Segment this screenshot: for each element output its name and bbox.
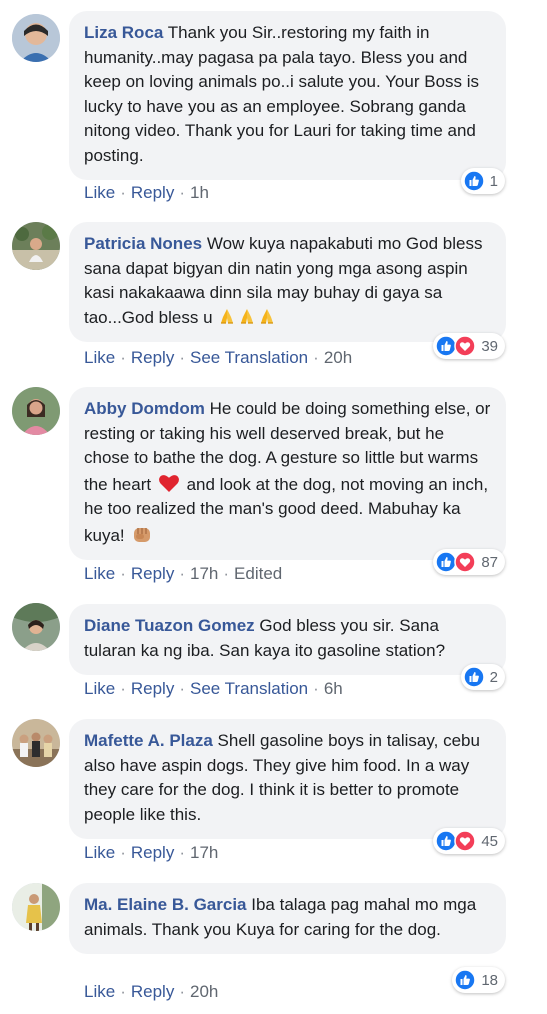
reaction-summary[interactable]: 1 [460,168,505,194]
comment-author[interactable]: Abby Domdom [84,399,205,418]
comment-author[interactable]: Diane Tuazon Gomez [84,616,255,635]
comment-time[interactable]: 6h [324,679,343,698]
avatar[interactable] [12,222,60,270]
comment-actions: Like · Reply · See Translation · 20h [84,348,353,367]
reply-link[interactable]: Reply [131,982,174,1001]
like-link[interactable]: Like [84,183,115,202]
like-link[interactable]: Like [84,564,115,583]
avatar[interactable] [12,603,60,651]
like-icon [462,170,485,192]
comment-time[interactable]: 20h [190,982,218,1001]
comment-text: Thank you Sir..restoring my faith in hum… [84,23,480,165]
avatar[interactable] [12,14,60,62]
comment-author[interactable]: Patricia Nones [84,234,202,253]
reaction-count: 45 [481,832,498,850]
like-link[interactable]: Like [84,843,115,862]
comment-time[interactable]: 17h [190,564,218,583]
like-icon [454,969,477,991]
comment-actions: Like · Reply · 17h · Edited [84,564,283,583]
see-translation-link[interactable]: See Translation [190,348,308,367]
reply-link[interactable]: Reply [131,348,174,367]
comment-time[interactable]: 1h [190,183,209,202]
comment-actions: Like · Reply · 1h [84,183,209,202]
comment-time[interactable]: 17h [190,843,218,862]
love-icon [454,551,477,573]
reply-link[interactable]: Reply [131,183,174,202]
red-heart-icon [157,471,181,495]
reaction-summary[interactable]: 39 [433,333,505,359]
folded-hands-icon [258,307,276,325]
reply-link[interactable]: Reply [131,564,174,583]
comment-actions: Like · Reply · 17h [84,843,219,862]
avatar[interactable] [12,387,60,435]
comment-bubble: Patricia Nones Wow kuya napakabuti mo Go… [69,222,506,342]
like-link[interactable]: Like [84,982,115,1001]
comment-bubble: Diane Tuazon Gomez God bless you sir. Sa… [69,604,506,675]
comment-bubble: Ma. Elaine B. Garcia Iba talaga pag maha… [69,883,506,954]
comment-bubble: Mafette A. Plaza Shell gasoline boys in … [69,719,506,839]
reaction-count: 87 [481,553,498,571]
like-link[interactable]: Like [84,348,115,367]
comment-author[interactable]: Ma. Elaine B. Garcia [84,895,247,914]
reaction-count: 1 [489,172,498,190]
folded-hands-icon [238,307,256,325]
reaction-summary[interactable]: 18 [452,967,505,993]
like-icon [462,666,485,688]
avatar[interactable] [12,883,60,931]
avatar[interactable] [12,719,60,767]
folded-hands-icon [218,307,236,325]
love-icon [454,335,477,357]
comment-bubble: Abby Domdom He could be doing something … [69,387,506,560]
comment-bubble: Liza Roca Thank you Sir..restoring my fa… [69,11,506,180]
comment-time[interactable]: 20h [324,348,352,367]
reply-link[interactable]: Reply [131,679,174,698]
reaction-summary[interactable]: 87 [433,549,505,575]
comment-author[interactable]: Liza Roca [84,23,163,42]
reaction-summary[interactable]: 45 [433,828,505,854]
like-link[interactable]: Like [84,679,115,698]
edited-label[interactable]: Edited [234,564,282,583]
reaction-count: 39 [481,337,498,355]
comment-actions: Like · Reply · 20h [84,982,219,1001]
reaction-count: 2 [489,668,498,686]
reply-link[interactable]: Reply [131,843,174,862]
fist-bump-icon [130,522,154,546]
love-icon [454,830,477,852]
see-translation-link[interactable]: See Translation [190,679,308,698]
comment-author[interactable]: Mafette A. Plaza [84,731,213,750]
reaction-summary[interactable]: 2 [460,664,505,690]
reaction-count: 18 [481,971,498,989]
comment-actions: Like · Reply · See Translation · 6h [84,679,343,698]
